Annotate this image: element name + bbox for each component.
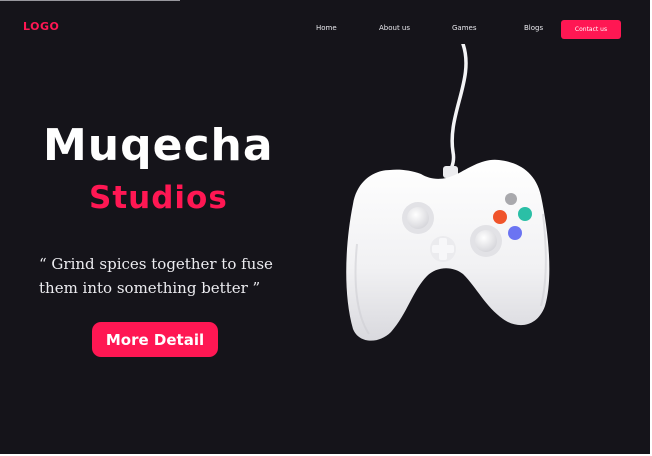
nav-games[interactable]: Games — [452, 24, 477, 32]
hero-subtitle: Studios — [89, 180, 228, 216]
quote-line-1: “ Grind spices together to fuse — [39, 255, 273, 273]
more-detail-button[interactable]: More Detail — [92, 322, 218, 357]
quote-line-2: them into something better ” — [39, 279, 261, 297]
top-divider — [0, 0, 180, 1]
game-controller-icon — [346, 44, 550, 341]
logo[interactable]: LOGO — [23, 20, 59, 33]
hero-quote: “ Grind spices together to fuse them int… — [39, 252, 319, 300]
nav-about-us[interactable]: About us — [379, 24, 410, 32]
hero-title: Muqecha — [43, 120, 274, 171]
page-frame: LOGO Home About us Games Blogs Contact u… — [0, 0, 650, 454]
nav-blogs[interactable]: Blogs — [524, 24, 543, 32]
nav-home[interactable]: Home — [316, 24, 337, 32]
contact-us-button[interactable]: Contact us — [561, 20, 621, 39]
